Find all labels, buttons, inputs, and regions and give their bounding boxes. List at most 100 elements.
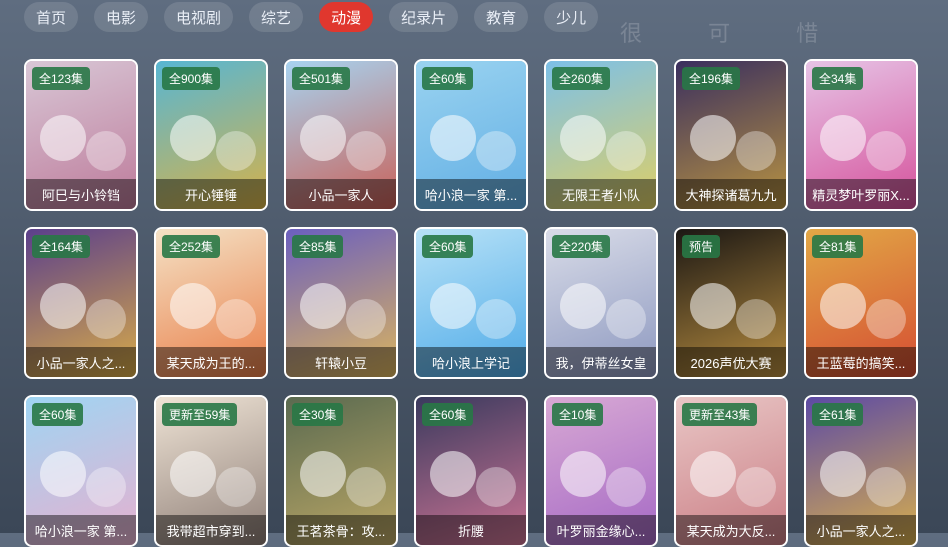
content-card[interactable]: 全60集 哈小浪一家 第... bbox=[414, 59, 528, 211]
poster-character bbox=[736, 467, 776, 507]
card-title: 哈小浪上学记 bbox=[416, 347, 526, 377]
episode-badge: 全164集 bbox=[32, 235, 91, 258]
tab-variety[interactable]: 综艺 bbox=[249, 2, 304, 32]
episode-badge: 全34集 bbox=[812, 67, 864, 90]
poster-character bbox=[346, 467, 386, 507]
content-card[interactable]: 全30集 王茗茶骨：攻... bbox=[284, 395, 398, 547]
episode-badge: 全60集 bbox=[422, 403, 474, 426]
episode-badge: 更新至43集 bbox=[682, 403, 758, 426]
poster-character bbox=[560, 283, 606, 329]
poster-character bbox=[606, 299, 646, 339]
card-title: 王茗茶骨：攻... bbox=[286, 515, 396, 545]
episode-badge: 全85集 bbox=[292, 235, 344, 258]
content-card[interactable]: 全85集 轩辕小豆 bbox=[284, 227, 398, 379]
background-faint-text: 很 可 惜 bbox=[620, 21, 849, 46]
tab-education[interactable]: 教育 bbox=[474, 2, 529, 32]
content-card[interactable]: 全220集 我，伊蒂丝女皇 bbox=[544, 227, 658, 379]
poster-character bbox=[866, 299, 906, 339]
poster-character bbox=[560, 115, 606, 161]
content-card[interactable]: 全123集 阿巳与小铃铛 bbox=[24, 59, 138, 211]
content-card[interactable]: 全260集 无限王者小队 bbox=[544, 59, 658, 211]
card-title: 无限王者小队 bbox=[546, 179, 656, 209]
poster-character bbox=[40, 283, 86, 329]
episode-badge: 全60集 bbox=[422, 67, 474, 90]
episode-badge: 全30集 bbox=[292, 403, 344, 426]
card-title: 小品一家人 bbox=[286, 179, 396, 209]
content-card[interactable]: 全164集 小品一家人之... bbox=[24, 227, 138, 379]
card-title: 阿巳与小铃铛 bbox=[26, 179, 136, 209]
tab-tv-series[interactable]: 电视剧 bbox=[164, 2, 234, 32]
content-card[interactable]: 更新至43集 某天成为大反... bbox=[674, 395, 788, 547]
episode-badge: 全10集 bbox=[552, 403, 604, 426]
episode-badge: 全60集 bbox=[422, 235, 474, 258]
content-card[interactable]: 全900集 开心锤锤 bbox=[154, 59, 268, 211]
poster-character bbox=[690, 451, 736, 497]
poster-character bbox=[606, 467, 646, 507]
poster-character bbox=[86, 299, 126, 339]
poster-character bbox=[820, 451, 866, 497]
poster-character bbox=[170, 283, 216, 329]
poster-character bbox=[170, 451, 216, 497]
poster-character bbox=[476, 299, 516, 339]
poster-character bbox=[476, 467, 516, 507]
poster-character bbox=[820, 115, 866, 161]
card-title: 某天成为王的... bbox=[156, 347, 266, 377]
poster-character bbox=[476, 131, 516, 171]
episode-badge: 全260集 bbox=[552, 67, 611, 90]
content-card[interactable]: 全60集 折腰 bbox=[414, 395, 528, 547]
card-title: 轩辕小豆 bbox=[286, 347, 396, 377]
content-card[interactable]: 全196集 大神探诸葛九九 bbox=[674, 59, 788, 211]
poster-character bbox=[216, 299, 256, 339]
poster-character bbox=[86, 131, 126, 171]
tab-movies[interactable]: 电影 bbox=[94, 2, 149, 32]
episode-badge: 全60集 bbox=[32, 403, 84, 426]
content-card[interactable]: 预告 2026声优大赛 bbox=[674, 227, 788, 379]
poster-character bbox=[736, 131, 776, 171]
episode-badge: 全123集 bbox=[32, 67, 91, 90]
tab-home[interactable]: 首页 bbox=[24, 2, 79, 32]
episode-badge: 更新至59集 bbox=[162, 403, 238, 426]
card-title: 折腰 bbox=[416, 515, 526, 545]
card-title: 我，伊蒂丝女皇 bbox=[546, 347, 656, 377]
poster-character bbox=[430, 283, 476, 329]
card-title: 小品一家人之... bbox=[26, 347, 136, 377]
poster-character bbox=[430, 451, 476, 497]
card-title: 叶罗丽金缘心... bbox=[546, 515, 656, 545]
card-title: 我带超市穿到... bbox=[156, 515, 266, 545]
episode-badge: 全81集 bbox=[812, 235, 864, 258]
content-card[interactable]: 全61集 小品一家人之... bbox=[804, 395, 918, 547]
tab-documentary[interactable]: 纪录片 bbox=[389, 2, 459, 32]
poster-character bbox=[40, 451, 86, 497]
poster-character bbox=[216, 131, 256, 171]
poster-character bbox=[866, 131, 906, 171]
card-title: 小品一家人之... bbox=[806, 515, 916, 545]
content-card[interactable]: 全252集 某天成为王的... bbox=[154, 227, 268, 379]
tab-anime[interactable]: 动漫 bbox=[319, 2, 374, 32]
content-card[interactable]: 全60集 哈小浪上学记 bbox=[414, 227, 528, 379]
tab-kids[interactable]: 少儿 bbox=[544, 2, 599, 32]
episode-badge: 全61集 bbox=[812, 403, 864, 426]
episode-badge: 全220集 bbox=[552, 235, 611, 258]
content-card[interactable]: 全34集 精灵梦叶罗丽X... bbox=[804, 59, 918, 211]
card-title: 精灵梦叶罗丽X... bbox=[806, 179, 916, 209]
poster-character bbox=[690, 115, 736, 161]
content-card[interactable]: 全60集 哈小浪一家 第... bbox=[24, 395, 138, 547]
poster-character bbox=[216, 467, 256, 507]
poster-character bbox=[606, 131, 646, 171]
poster-character bbox=[300, 283, 346, 329]
poster-character bbox=[560, 451, 606, 497]
content-card[interactable]: 更新至59集 我带超市穿到... bbox=[154, 395, 268, 547]
episode-badge: 全900集 bbox=[162, 67, 221, 90]
poster-character bbox=[40, 115, 86, 161]
poster-character bbox=[430, 115, 476, 161]
content-card[interactable]: 全501集 小品一家人 bbox=[284, 59, 398, 211]
episode-badge: 全196集 bbox=[682, 67, 741, 90]
poster-character bbox=[300, 451, 346, 497]
episode-badge: 预告 bbox=[682, 235, 721, 258]
card-title: 王蓝莓的搞笑... bbox=[806, 347, 916, 377]
content-card[interactable]: 全81集 王蓝莓的搞笑... bbox=[804, 227, 918, 379]
card-title: 开心锤锤 bbox=[156, 179, 266, 209]
content-card[interactable]: 全10集 叶罗丽金缘心... bbox=[544, 395, 658, 547]
card-title: 2026声优大赛 bbox=[676, 347, 786, 377]
episode-badge: 全252集 bbox=[162, 235, 221, 258]
